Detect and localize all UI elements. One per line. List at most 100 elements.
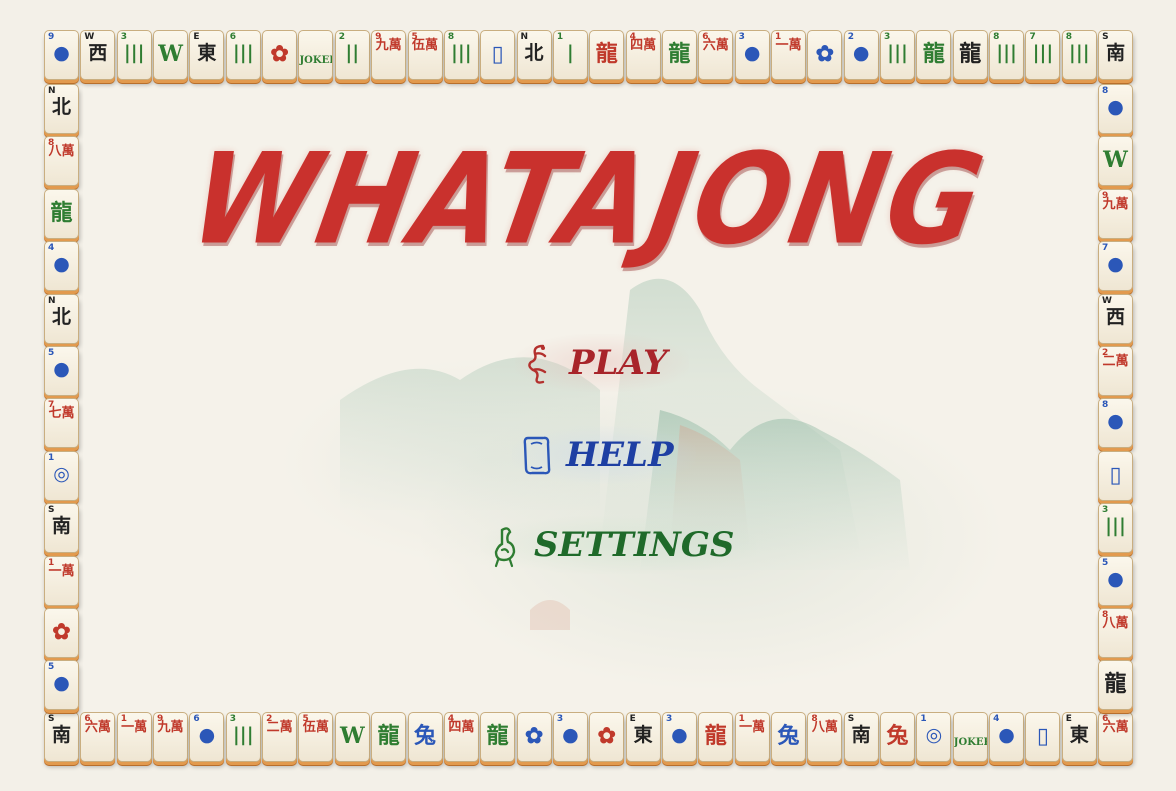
tile-index: S <box>48 505 55 516</box>
tile-symbol: ✿ <box>52 619 71 645</box>
mahjong-tile: ▯ <box>1098 450 1133 501</box>
tile-index: S <box>48 714 55 724</box>
tile-symbol: 六萬 <box>84 720 111 735</box>
tile-symbol: 龍 <box>486 723 509 749</box>
tile-symbol: ▯ <box>491 41 504 67</box>
tile-symbol: W <box>1103 147 1128 174</box>
settings-label: SETTINGS <box>534 525 735 565</box>
mahjong-tile: 1 一萬 <box>116 712 152 762</box>
mahjong-tile: 1 一萬 <box>44 555 79 606</box>
mahjong-tile: 龍 <box>1098 660 1133 711</box>
tile-symbol: ||| <box>232 724 254 746</box>
tile-symbol: 兔 <box>886 723 909 749</box>
mahjong-tile: 8 ● <box>1098 84 1133 134</box>
mahjong-tile: 7 七萬 <box>44 398 79 449</box>
mahjong-tile: ✿ <box>807 30 843 80</box>
tile-symbol: ● <box>53 253 70 276</box>
tile-symbol: 東 <box>197 42 217 64</box>
tile-symbol: ● <box>198 724 216 746</box>
tile-symbol: 一萬 <box>121 720 148 735</box>
tile-symbol: 二萬 <box>1102 354 1129 369</box>
mahjong-tile: ✿ <box>589 712 625 762</box>
mahjong-tile: 6 六萬 <box>698 30 734 80</box>
tile-symbol: ◎ <box>925 724 943 746</box>
mahjong-tile: S南 <box>44 503 79 554</box>
mahjong-tile: W <box>153 30 189 80</box>
mahjong-tile: 3 ||| <box>225 712 261 762</box>
tile-symbol: 二萬 <box>266 720 293 735</box>
green-dragon-icon <box>494 527 516 568</box>
mahjong-tile: 8 ● <box>1098 398 1133 449</box>
tile-index: 7 <box>1029 32 1036 42</box>
tile-symbol: 龍 <box>959 41 982 67</box>
mahjong-tile: 9 九萬 <box>371 30 407 80</box>
tile-symbol: ● <box>53 672 70 695</box>
mahjong-tile: 3 ||| <box>116 30 152 80</box>
tile-index: E <box>193 32 200 42</box>
tile-symbol: JOKER <box>299 55 332 66</box>
tile-symbol: ✿ <box>597 723 616 749</box>
mahjong-tile: ✿ <box>516 712 552 762</box>
tile-index: 8 <box>1102 86 1109 96</box>
mahjong-tile: 龍 <box>952 30 988 80</box>
tile-index: 4 <box>993 714 1000 724</box>
tile-symbol: 南 <box>851 724 871 746</box>
tile-index: 5 <box>48 348 55 358</box>
mahjong-tile: E東 <box>625 712 661 762</box>
dragon-icon <box>528 344 547 384</box>
mahjong-tile: W西 <box>80 30 116 80</box>
mahjong-tile: 4 四萬 <box>625 30 661 80</box>
mahjong-tile: 6 六萬 <box>80 712 116 762</box>
tile-symbol: || <box>345 42 360 64</box>
tile-symbol: ||| <box>1068 42 1090 64</box>
mahjong-tile: JOKER <box>952 712 988 762</box>
tile-index: 7 <box>1102 243 1109 254</box>
mahjong-tile: 1 ◎ <box>44 450 79 501</box>
tile-symbol: ✿ <box>815 41 835 67</box>
mahjong-tile: 龍 <box>661 30 697 80</box>
mahjong-tile: 1 | <box>552 30 588 80</box>
mahjong-tile: 龍 <box>916 30 952 80</box>
mahjong-tile: 兔 <box>880 712 916 762</box>
tile-symbol: ● <box>1107 253 1124 276</box>
tile-symbol: ||| <box>1032 42 1054 64</box>
tile-symbol: ● <box>1107 96 1124 118</box>
mahjong-tile: E東 <box>189 30 225 80</box>
tile-symbol: ● <box>562 724 579 746</box>
tile-symbol: 龍 <box>668 41 691 67</box>
mahjong-tile: 2 ● <box>843 30 879 80</box>
tile-index: 1 <box>556 32 564 42</box>
tile-symbol: ▯ <box>1036 723 1049 749</box>
tile-index: 8 <box>1102 400 1109 411</box>
tile-index: W <box>1102 295 1112 306</box>
mahjong-tile: 5 ● <box>44 660 79 711</box>
tile-index: 1 <box>920 714 927 724</box>
settings-button[interactable]: SETTINGS <box>480 516 757 574</box>
mahjong-tile: 1 一萬 <box>734 712 770 762</box>
tile-symbol: | <box>566 42 574 64</box>
mahjong-tile: 2 二萬 <box>262 712 298 762</box>
tile-symbol: JOKER <box>953 737 987 748</box>
help-button[interactable]: HELP <box>512 426 696 484</box>
tile-symbol: 一萬 <box>739 720 766 735</box>
tile-index: 3 <box>229 714 237 724</box>
tile-symbol: 六萬 <box>1102 720 1129 735</box>
tile-index: 6 <box>193 714 200 724</box>
play-button[interactable]: PLAY <box>515 334 690 392</box>
mahjong-tile: 6 六萬 <box>1098 712 1134 762</box>
tile-symbol: ● <box>852 42 870 64</box>
tile-index: N <box>520 32 529 42</box>
mahjong-tile: 5 伍萬 <box>298 712 334 762</box>
tile-symbol: 南 <box>51 515 71 538</box>
tile-index: E <box>629 714 636 724</box>
tile-index: 2 <box>847 32 854 42</box>
tile-symbol: 九萬 <box>375 38 402 53</box>
tile-index: 5 <box>1102 557 1109 568</box>
tile-symbol: 兔 <box>413 723 436 749</box>
tile-index: 1 <box>48 452 55 463</box>
mahjong-tile: 3 ||| <box>880 30 916 80</box>
mahjong-tile: N北 <box>44 293 79 344</box>
play-label: PLAY <box>569 343 668 383</box>
tile-symbol: 龍 <box>50 199 73 226</box>
tile-index: 3 <box>665 714 673 724</box>
